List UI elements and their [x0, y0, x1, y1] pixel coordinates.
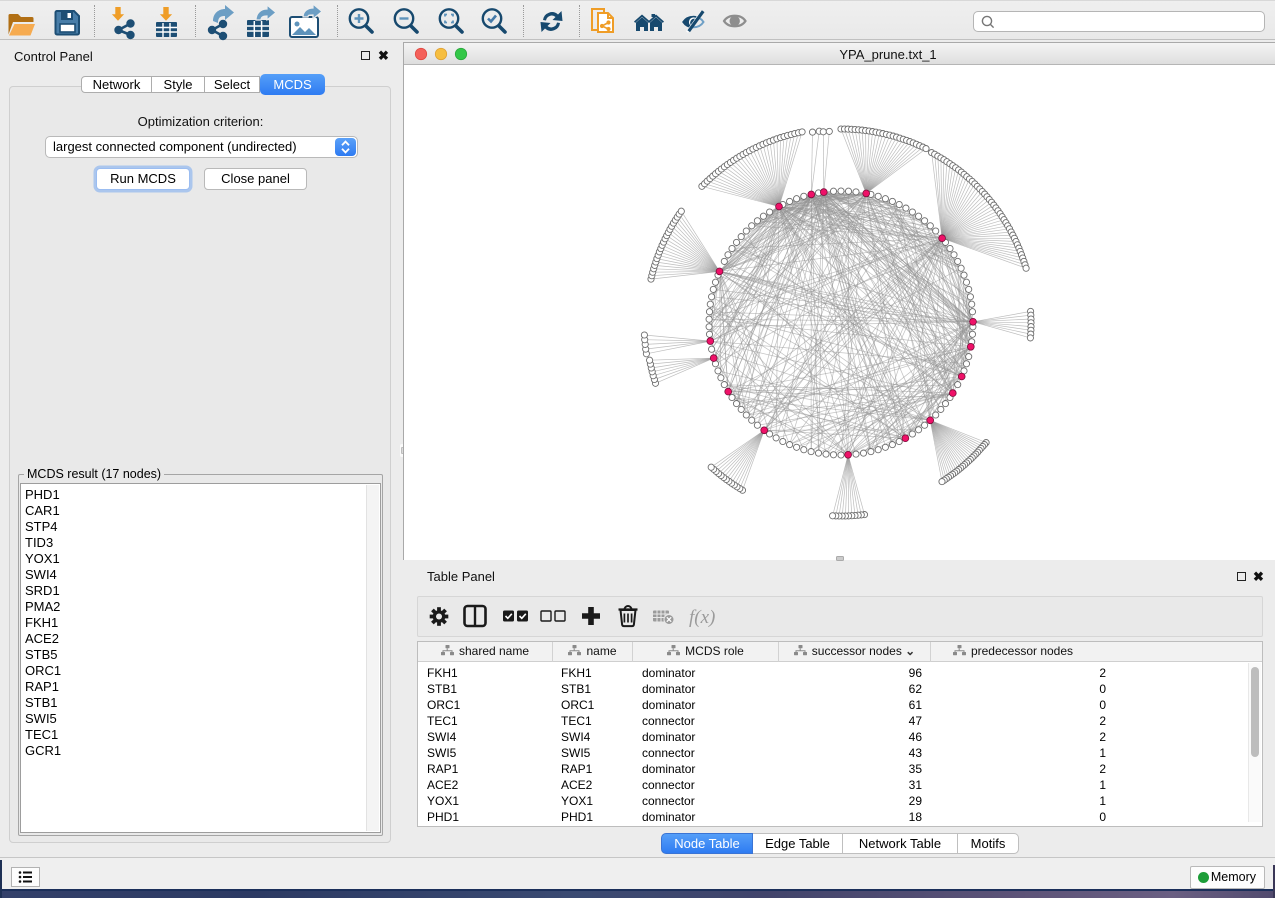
- svg-text:f(x): f(x): [689, 607, 715, 628]
